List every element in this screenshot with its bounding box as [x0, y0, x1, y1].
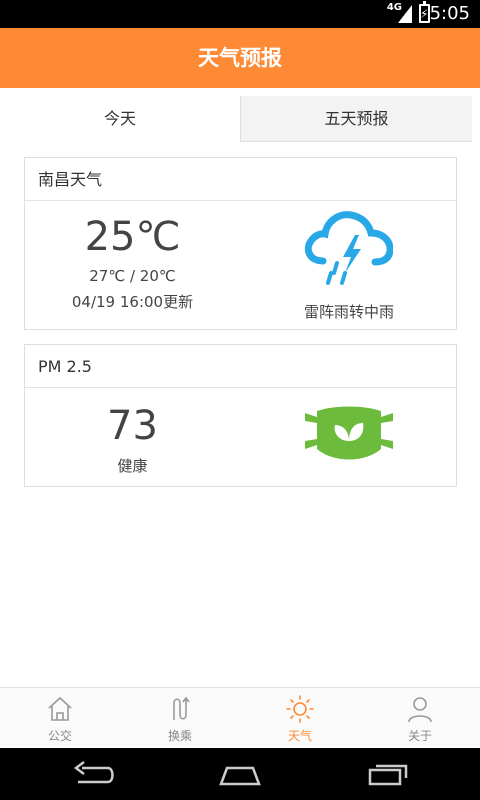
battery-icon: ⚡	[419, 1, 430, 23]
signal-icon	[398, 5, 412, 23]
house-icon	[48, 696, 72, 721]
air-quality-level: 健康	[117, 457, 148, 475]
bottom-navigation: 公交 换乘 天气 关于	[0, 687, 480, 747]
weather-condition: 雷阵雨转中雨	[303, 303, 394, 321]
nav-transfer[interactable]: 换乘	[120, 688, 240, 748]
nav-weather[interactable]: 天气	[240, 688, 360, 748]
thunderstorm-rain-icon	[304, 211, 393, 285]
temperature-range: 27℃ / 20℃	[89, 267, 176, 285]
app-bar: 天气预报	[0, 28, 480, 88]
system-navigation-bar	[0, 748, 480, 800]
weather-card: 南昌天气 25℃ 27℃ / 20℃ 04/19 16:00更新 雷阵雨转中雨	[24, 157, 457, 330]
home-icon[interactable]	[217, 758, 263, 790]
pm25-card-title: PM 2.5	[25, 345, 456, 388]
tab-today[interactable]: 今天	[0, 96, 240, 142]
pm25-card: PM 2.5 73 健康	[24, 344, 457, 487]
pm25-value: 73	[107, 403, 158, 449]
recent-apps-icon[interactable]	[366, 758, 410, 790]
back-icon[interactable]	[72, 758, 116, 790]
clock: 5:05	[429, 3, 470, 24]
tab-bar: 今天 五天预报	[0, 96, 480, 142]
nav-bus-label: 公交	[47, 729, 72, 743]
nav-bus[interactable]: 公交	[0, 688, 120, 748]
current-temperature: 25℃	[84, 214, 181, 260]
mask-leaf-icon	[305, 406, 393, 460]
nav-weather-label: 天气	[287, 729, 312, 743]
status-bar: 4G ⚡ 5:05	[0, 0, 480, 28]
weather-card-title: 南昌天气	[25, 158, 456, 201]
tab-five-day[interactable]: 五天预报	[240, 96, 472, 142]
nav-transfer-label: 换乘	[167, 729, 192, 743]
user-icon	[408, 697, 432, 723]
sun-icon	[286, 695, 314, 723]
transfer-icon	[173, 696, 190, 720]
update-time: 04/19 16:00更新	[71, 293, 194, 311]
nav-about-label: 关于	[407, 729, 432, 743]
page-title: 天气预报	[198, 46, 282, 70]
nav-about[interactable]: 关于	[360, 688, 480, 748]
